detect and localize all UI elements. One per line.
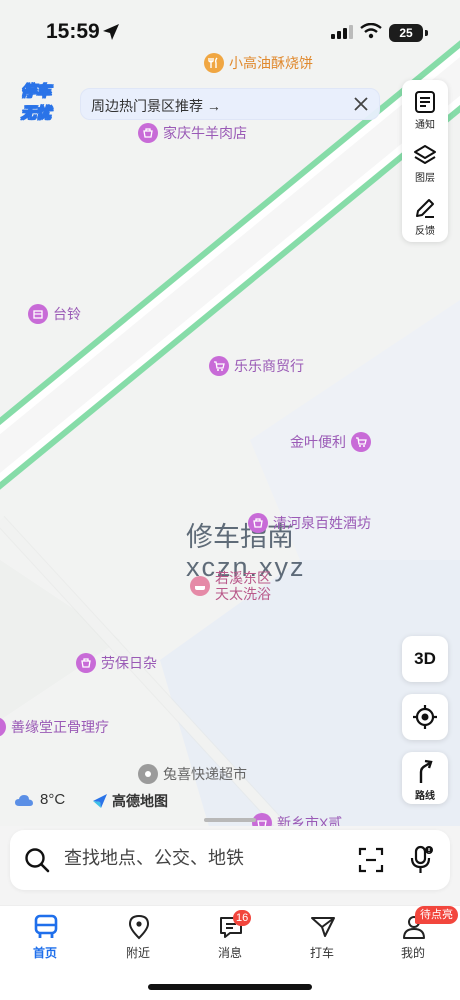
map-poi[interactable]: 兔喜快递超市 bbox=[138, 764, 247, 784]
map-brand: 高德地图 bbox=[92, 791, 168, 811]
map-poi[interactable]: 金叶便利 bbox=[290, 432, 371, 452]
route-arrow-icon bbox=[419, 759, 433, 783]
poi-label: 家庆牛羊肉店 bbox=[163, 125, 247, 141]
profile-badge: 待点亮 bbox=[415, 906, 458, 924]
search-icon bbox=[25, 848, 50, 873]
map-poi[interactable]: 劳保日杂 bbox=[76, 653, 157, 673]
tool-label: 反馈 bbox=[415, 226, 435, 237]
map-poi[interactable]: 乐乐商贸行 bbox=[209, 356, 304, 376]
battery-indicator: 25 bbox=[389, 24, 423, 42]
shop-icon bbox=[138, 123, 158, 143]
microphone-icon[interactable] bbox=[408, 845, 434, 875]
shop-icon bbox=[248, 513, 268, 533]
crosshair-icon bbox=[413, 705, 437, 729]
amap-logo-icon bbox=[93, 794, 107, 808]
wifi-icon bbox=[360, 23, 382, 39]
location-pin-icon bbox=[128, 914, 150, 940]
sheet-drag-handle[interactable] bbox=[204, 818, 256, 822]
search-input[interactable] bbox=[64, 848, 324, 869]
app-logo[interactable]: 停车 无忧 bbox=[12, 82, 60, 130]
3d-toggle-button[interactable]: 3D bbox=[402, 636, 448, 682]
map-poi[interactable]: 家庆牛羊肉店 bbox=[138, 123, 247, 143]
tab-label: 打车 bbox=[309, 946, 334, 960]
tab-label: 首页 bbox=[32, 946, 57, 960]
layers-icon bbox=[414, 145, 436, 164]
search-bar[interactable] bbox=[10, 830, 450, 890]
home-indicator[interactable] bbox=[148, 984, 312, 990]
tab-label: 我的 bbox=[400, 946, 425, 960]
notice-button[interactable]: 通知 bbox=[402, 82, 448, 134]
battery-tip bbox=[425, 30, 428, 36]
logo-line1: 停车 bbox=[20, 83, 52, 101]
clinic-icon bbox=[0, 717, 6, 737]
close-icon[interactable] bbox=[353, 96, 369, 112]
my-location-button[interactable] bbox=[402, 694, 448, 740]
status-bar: 15:59 25 bbox=[0, 0, 460, 60]
scan-icon[interactable] bbox=[358, 847, 384, 873]
poi-label: 台铃 bbox=[53, 306, 81, 322]
poi-label: 清河泉百姓酒坊 bbox=[273, 515, 371, 531]
weather-widget[interactable]: 8°C bbox=[14, 791, 65, 808]
banner-text: 周边热门景区推荐 → bbox=[91, 98, 221, 114]
bath-icon bbox=[190, 576, 210, 596]
status-time: 15:59 bbox=[46, 20, 100, 43]
poi-label: 善缘堂正骨理疗 bbox=[11, 719, 109, 735]
tool-label: 通知 bbox=[415, 120, 435, 131]
poi-label: 兔喜快递超市 bbox=[163, 766, 247, 782]
cart-icon bbox=[351, 432, 371, 452]
map-tool-panel: 通知 图层 反馈 bbox=[402, 80, 448, 242]
location-arrow-icon bbox=[103, 24, 119, 40]
tab-label: 消息 bbox=[217, 946, 242, 960]
notice-icon bbox=[415, 91, 435, 113]
taxi-icon bbox=[311, 917, 335, 937]
store-icon bbox=[28, 304, 48, 324]
map-poi[interactable]: 清河泉百姓酒坊 bbox=[248, 513, 371, 533]
tool-label: 图层 bbox=[415, 173, 435, 184]
tab-home[interactable]: 首页 bbox=[10, 914, 80, 964]
cart-icon bbox=[209, 356, 229, 376]
shop-icon bbox=[76, 653, 96, 673]
route-button[interactable]: 路线 bbox=[402, 752, 448, 804]
cloud-icon bbox=[15, 794, 33, 806]
parcel-icon bbox=[138, 764, 158, 784]
map-brand-name: 高德地图 bbox=[112, 793, 168, 809]
tab-nearby[interactable]: 附近 bbox=[103, 914, 173, 964]
tab-label: 附近 bbox=[125, 946, 150, 960]
tab-messages[interactable]: 16 消息 bbox=[195, 910, 265, 964]
layers-button[interactable]: 图层 bbox=[402, 135, 448, 187]
map-poi[interactable]: 若溪东区 天太洗浴 bbox=[190, 570, 271, 602]
unread-badge: 16 bbox=[233, 910, 252, 926]
feedback-icon bbox=[416, 199, 434, 218]
recommend-banner[interactable]: 周边热门景区推荐 → bbox=[80, 88, 380, 120]
map-poi[interactable]: 善缘堂正骨理疗 bbox=[0, 717, 109, 737]
route-label: 路线 bbox=[415, 791, 435, 802]
bus-icon bbox=[34, 914, 58, 938]
poi-label: 若溪东区 天太洗浴 bbox=[215, 570, 271, 602]
tab-taxi[interactable]: 打车 bbox=[287, 914, 357, 964]
signal-icon bbox=[331, 25, 353, 39]
map-poi[interactable]: 台铃 bbox=[28, 304, 81, 324]
poi-label: 金叶便利 bbox=[290, 434, 346, 450]
logo-line2: 无忧 bbox=[20, 105, 52, 123]
weather-temperature: 8°C bbox=[40, 791, 66, 808]
poi-label: 劳保日杂 bbox=[101, 655, 157, 671]
feedback-button[interactable]: 反馈 bbox=[402, 188, 448, 240]
poi-label: 乐乐商贸行 bbox=[234, 358, 304, 374]
